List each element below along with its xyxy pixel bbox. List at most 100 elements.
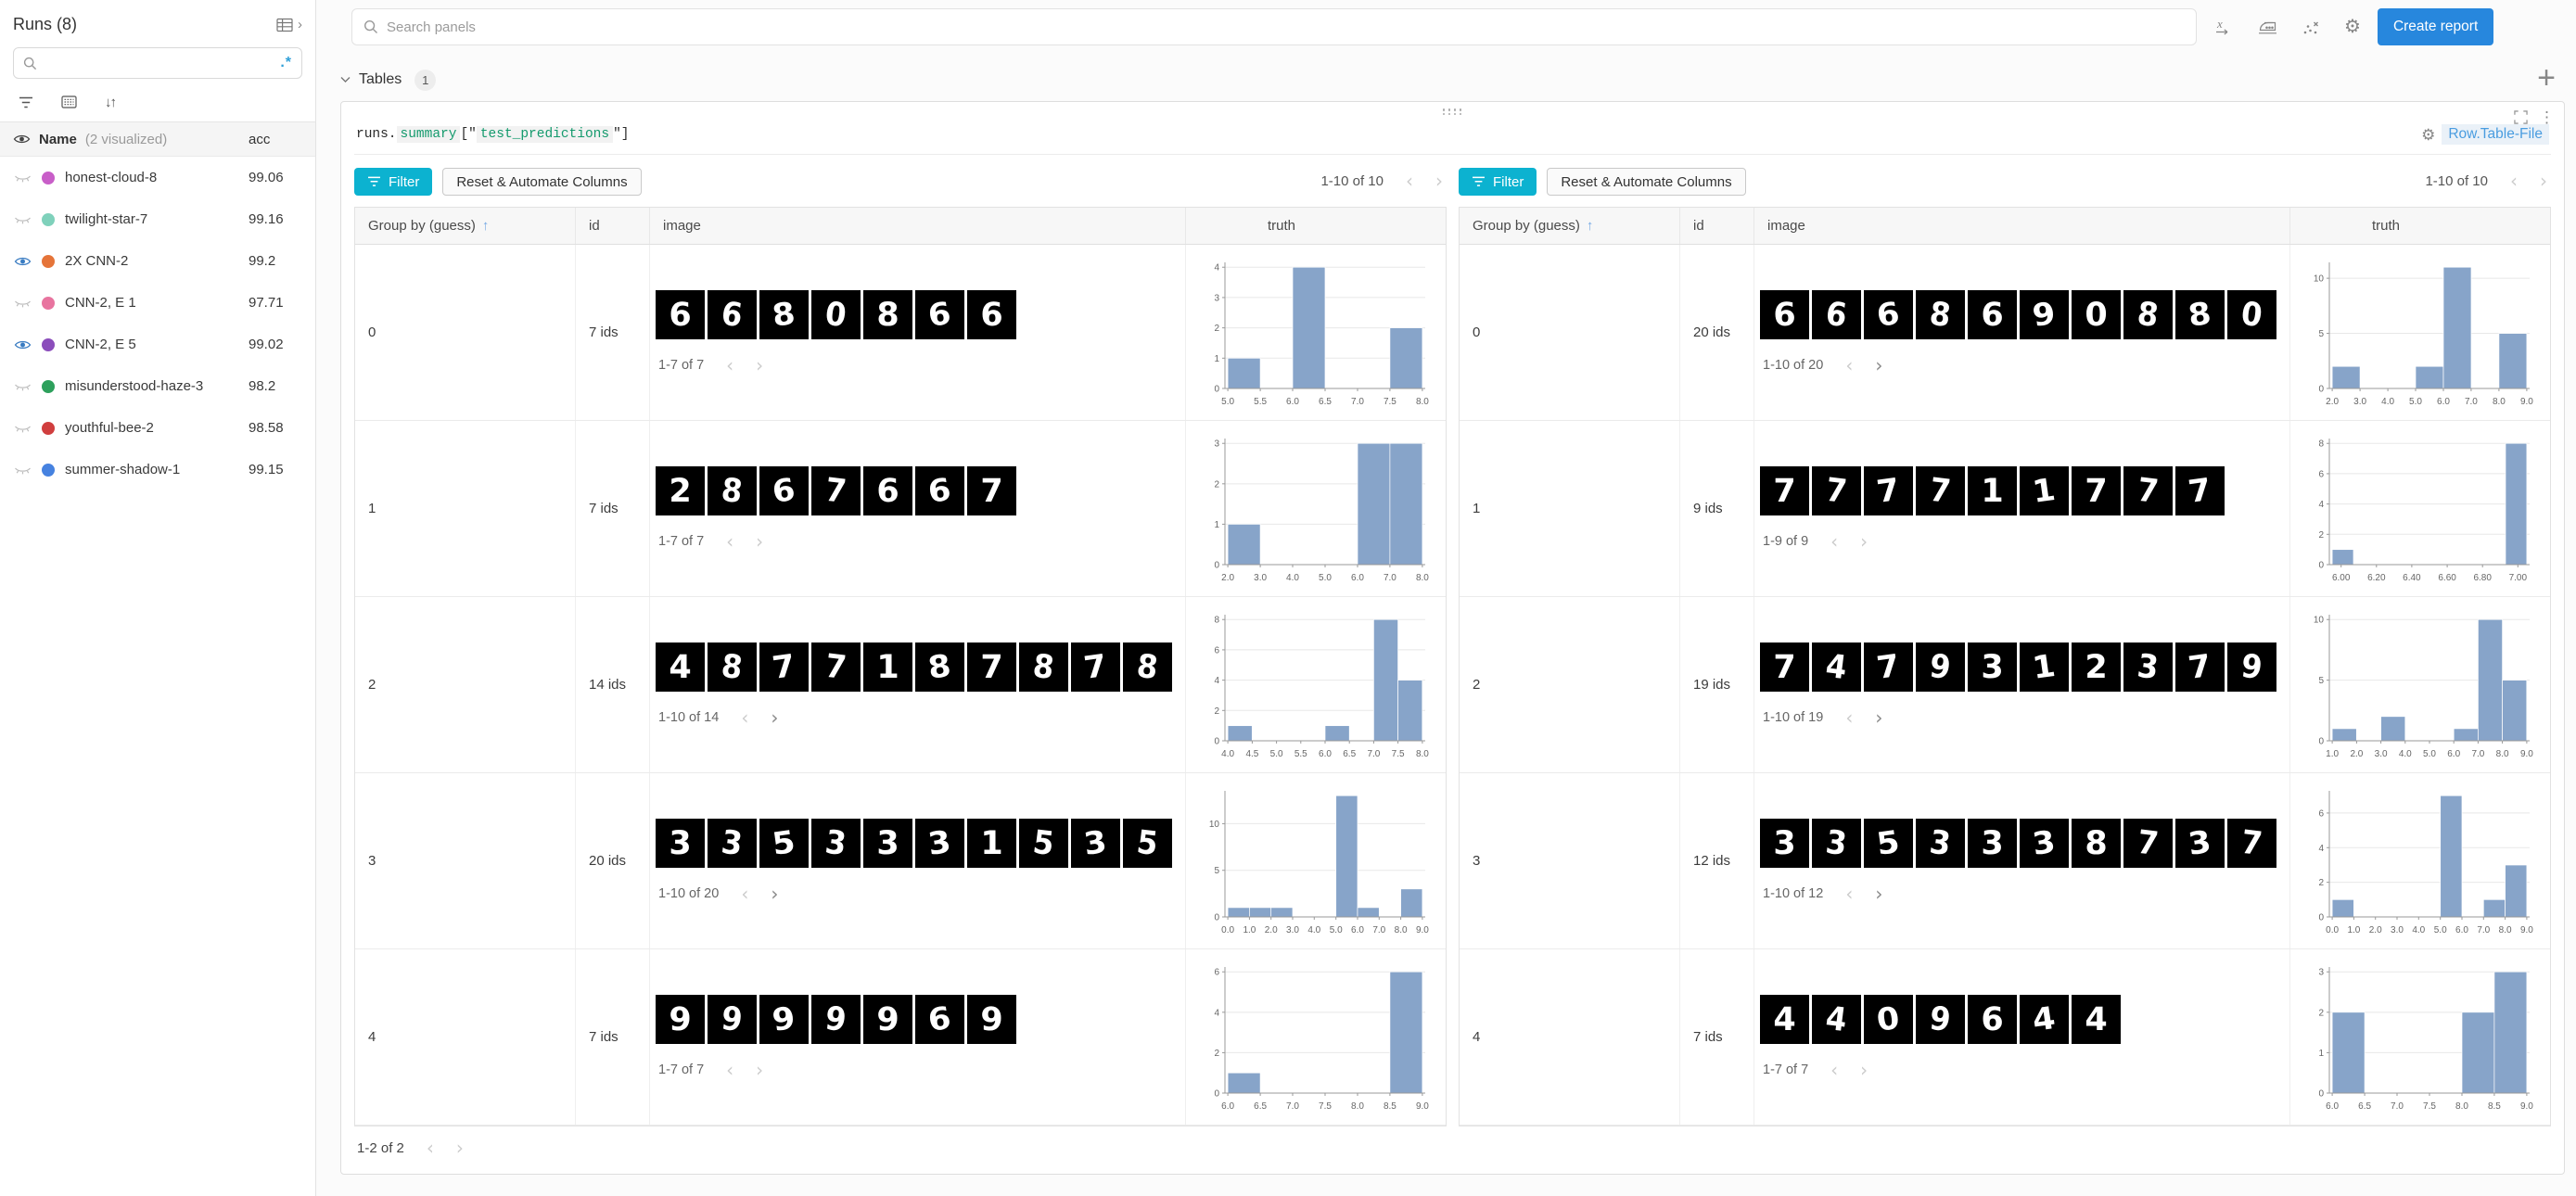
digit-image[interactable]: 4	[2020, 995, 2069, 1044]
digit-image[interactable]: 0	[811, 290, 861, 339]
run-name[interactable]: summer-shadow-1	[65, 462, 180, 477]
digit-image[interactable]: 5	[1123, 819, 1172, 868]
run-name[interactable]: youthful-bee-2	[65, 420, 154, 436]
column-header-truth[interactable]: truth	[1186, 208, 1446, 244]
run-row[interactable]: honest-cloud-899.06	[0, 157, 315, 198]
digit-image[interactable]: 8	[1123, 643, 1172, 692]
digit-image[interactable]: 7	[1760, 466, 1809, 515]
sort-icon[interactable]: ↓↑	[105, 95, 115, 110]
digit-image[interactable]: 4	[1760, 995, 1809, 1044]
digit-image[interactable]: 3	[1812, 819, 1861, 868]
digit-image[interactable]: 6	[915, 466, 964, 515]
run-name[interactable]: CNN-2, E 5	[65, 337, 136, 352]
digit-image[interactable]: 9	[656, 995, 705, 1044]
expand-sidebar-icon[interactable]: ›	[298, 17, 302, 32]
prev-page-icon[interactable]: ‹	[1845, 884, 1853, 903]
digit-image[interactable]: 9	[967, 995, 1016, 1044]
digit-image[interactable]: 6	[915, 290, 964, 339]
next-page-icon[interactable]: ›	[1875, 884, 1882, 903]
digit-image[interactable]: 7	[1071, 643, 1120, 692]
eye-closed-icon[interactable]	[13, 464, 32, 477]
digit-image[interactable]: 6	[708, 290, 757, 339]
column-header-image[interactable]: image	[650, 208, 1186, 244]
digit-image[interactable]: 3	[1968, 643, 2017, 692]
eye-closed-icon[interactable]	[13, 422, 32, 435]
digit-image[interactable]: 5	[1019, 819, 1068, 868]
create-report-button[interactable]: Create report	[2378, 8, 2493, 45]
digit-image[interactable]: 7	[1864, 643, 1913, 692]
digit-image[interactable]: 7	[811, 643, 861, 692]
run-row[interactable]: misunderstood-haze-398.2	[0, 365, 315, 407]
digit-image[interactable]: 9	[1916, 995, 1965, 1044]
digit-image[interactable]: 4	[1812, 995, 1861, 1044]
digit-image[interactable]: 7	[1864, 466, 1913, 515]
prev-page-icon[interactable]: ‹	[741, 708, 748, 727]
column-header-id[interactable]: id	[576, 208, 650, 244]
digit-image[interactable]: 1	[2020, 466, 2069, 515]
prev-page-icon[interactable]: ‹	[1406, 172, 1413, 190]
next-page-icon[interactable]: ›	[1435, 172, 1443, 190]
prev-page-icon[interactable]: ‹	[1845, 356, 1853, 375]
digit-image[interactable]: 6	[1760, 290, 1809, 339]
digit-image[interactable]: 6	[1968, 290, 2017, 339]
digit-image[interactable]: 3	[915, 819, 964, 868]
digit-image[interactable]: 8	[1019, 643, 1068, 692]
digit-image[interactable]: 8	[915, 643, 964, 692]
digit-image[interactable]: 3	[1916, 819, 1965, 868]
eye-closed-icon[interactable]	[13, 297, 32, 310]
chevron-down-icon[interactable]	[340, 76, 351, 83]
reset-automate-columns-button[interactable]: Reset & Automate Columns	[1547, 168, 1745, 196]
digit-image[interactable]: 3	[1760, 819, 1809, 868]
digit-image[interactable]: 1	[863, 643, 912, 692]
digit-image[interactable]: 4	[2072, 995, 2121, 1044]
digit-image[interactable]: 6	[656, 290, 705, 339]
filter-button[interactable]: Filter	[354, 168, 432, 196]
digit-image[interactable]: 3	[2020, 819, 2069, 868]
digit-image[interactable]: 0	[2072, 290, 2121, 339]
digit-image[interactable]: 6	[915, 995, 964, 1044]
run-row[interactable]: summer-shadow-199.15	[0, 449, 315, 490]
prev-page-icon[interactable]: ‹	[427, 1139, 434, 1157]
digit-image[interactable]: 7	[1916, 466, 1965, 515]
digit-image[interactable]: 9	[708, 995, 757, 1044]
digit-image[interactable]: 7	[811, 466, 861, 515]
digit-image[interactable]: 8	[1916, 290, 1965, 339]
next-page-icon[interactable]: ›	[756, 356, 763, 375]
panel-search-input[interactable]	[387, 19, 2185, 35]
digit-image[interactable]: 9	[811, 995, 861, 1044]
column-header-image[interactable]: image	[1754, 208, 2290, 244]
panel-expression[interactable]: runs.summary["test_predictions"]	[356, 127, 629, 142]
prev-page-icon[interactable]: ‹	[1845, 708, 1853, 727]
digit-image[interactable]: 1	[2020, 643, 2069, 692]
sort-asc-icon[interactable]: ↑	[482, 218, 490, 234]
digit-image[interactable]: 0	[2227, 290, 2276, 339]
eye-open-icon[interactable]	[13, 338, 32, 351]
prev-page-icon[interactable]: ‹	[741, 884, 748, 903]
prev-page-icon[interactable]: ‹	[1830, 1061, 1838, 1079]
column-header-truth[interactable]: truth	[2290, 208, 2550, 244]
digit-image[interactable]: 7	[2227, 819, 2276, 868]
run-row[interactable]: youthful-bee-298.58	[0, 407, 315, 449]
digit-image[interactable]: 7	[759, 643, 809, 692]
outliers-icon[interactable]	[2302, 19, 2321, 36]
sort-asc-icon[interactable]: ↑	[1587, 218, 1594, 234]
runs-table-icon[interactable]	[276, 18, 294, 32]
list-settings-icon[interactable]	[61, 95, 77, 108]
run-row[interactable]: CNN-2, E 599.02	[0, 324, 315, 365]
next-page-icon[interactable]: ›	[756, 1061, 763, 1079]
run-name[interactable]: 2X CNN-2	[65, 253, 128, 269]
column-header-id[interactable]: id	[1680, 208, 1754, 244]
digit-image[interactable]: 8	[863, 290, 912, 339]
next-page-icon[interactable]: ›	[1875, 708, 1882, 727]
digit-image[interactable]: 3	[656, 819, 705, 868]
digit-image[interactable]: 3	[2123, 643, 2173, 692]
reset-automate-columns-button[interactable]: Reset & Automate Columns	[442, 168, 641, 196]
eye-closed-icon[interactable]	[13, 213, 32, 226]
digit-image[interactable]: 3	[2175, 819, 2225, 868]
digit-image[interactable]: 6	[1864, 290, 1913, 339]
next-page-icon[interactable]: ›	[771, 884, 778, 903]
run-row[interactable]: 2X CNN-299.2	[0, 240, 315, 282]
digit-image[interactable]: 9	[2227, 643, 2276, 692]
digit-image[interactable]: 4	[656, 643, 705, 692]
digit-image[interactable]: 1	[1968, 466, 2017, 515]
